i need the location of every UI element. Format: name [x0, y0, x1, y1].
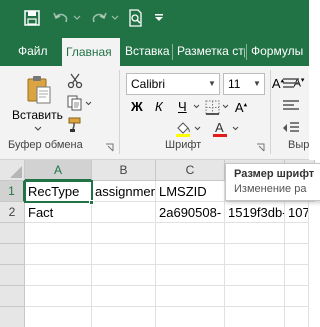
- cell-d6[interactable]: [225, 286, 285, 307]
- cut-icon[interactable]: [66, 72, 84, 90]
- cell-b7[interactable]: [92, 307, 156, 327]
- cell-a6[interactable]: [25, 286, 92, 307]
- cell-d2[interactable]: 1519f3db-: [225, 202, 285, 223]
- borders-icon[interactable]: [203, 98, 221, 116]
- cell-c7[interactable]: [156, 307, 225, 327]
- cell-c4[interactable]: [156, 244, 225, 265]
- align-left-icon[interactable]: [280, 98, 302, 114]
- tab-file[interactable]: Файл: [14, 36, 58, 66]
- format-painter-icon[interactable]: [66, 116, 84, 134]
- cell-b6[interactable]: [92, 286, 156, 307]
- decrease-indent-icon[interactable]: [280, 120, 302, 136]
- chevron-down-icon[interactable]: ▼: [250, 74, 264, 94]
- cell-b5[interactable]: [92, 265, 156, 286]
- cell-a7[interactable]: [25, 307, 92, 327]
- italic-button[interactable]: К: [155, 98, 163, 116]
- paste-button-label[interactable]: Вставить: [12, 108, 63, 122]
- cell-d3[interactable]: [225, 223, 285, 244]
- paste-dropdown-icon[interactable]: [33, 124, 43, 132]
- tooltip-description: Изменение ра: [234, 183, 307, 195]
- cell-a4[interactable]: [25, 244, 92, 265]
- font-size-tooltip: Размер шрифт Изменение ра: [225, 163, 320, 201]
- cell-d7[interactable]: [225, 307, 285, 327]
- clipboard-group-label: Буфер обмена: [8, 139, 83, 151]
- group-separator: [270, 70, 271, 154]
- increase-font-size-icon[interactable]: A▴: [232, 98, 250, 116]
- fill-color-icon[interactable]: [174, 119, 192, 137]
- cell-c5[interactable]: [156, 265, 225, 286]
- undo-dropdown-icon[interactable]: [72, 8, 82, 28]
- cell-b3[interactable]: [92, 223, 156, 244]
- active-cell-selection: [24, 180, 93, 203]
- group-separator: [119, 70, 120, 154]
- row-header-4[interactable]: [0, 244, 25, 265]
- row-header-5[interactable]: [0, 265, 25, 286]
- fill-color-dropdown-icon[interactable]: [193, 124, 201, 132]
- font-color-icon[interactable]: A: [211, 119, 229, 137]
- row-header-6[interactable]: [0, 286, 25, 307]
- copy-icon[interactable]: [66, 94, 84, 112]
- tab-formulas[interactable]: Формулы: [247, 36, 309, 66]
- underline-dropdown-icon[interactable]: [192, 102, 200, 110]
- cell-c1[interactable]: LMSZID: [156, 181, 225, 202]
- quick-access-toolbar: [0, 0, 309, 36]
- copy-dropdown-icon[interactable]: [84, 99, 92, 107]
- cell-d5[interactable]: [225, 265, 285, 286]
- ribbon-tabs: Файл Главная Вставка Разметка стр Формул…: [0, 36, 309, 66]
- save-icon[interactable]: [22, 8, 42, 28]
- cell-e2[interactable]: 107: [285, 202, 309, 223]
- font-group-label: Шрифт: [165, 139, 202, 151]
- alignment-group-label: Выр: [288, 139, 310, 151]
- borders-dropdown-icon[interactable]: [221, 102, 229, 110]
- cell-e7[interactable]: [285, 307, 309, 327]
- cell-b4[interactable]: [92, 244, 156, 265]
- cell-e6[interactable]: [285, 286, 309, 307]
- column-header-b[interactable]: B: [92, 160, 156, 181]
- row-header-7[interactable]: [0, 307, 25, 327]
- column-header-a[interactable]: A: [25, 160, 92, 181]
- font-name-dropdown[interactable]: Calibri ▼: [126, 73, 220, 95]
- cell-c2[interactable]: 2a690508-: [156, 202, 225, 223]
- font-size-dropdown[interactable]: 11 ▼: [223, 73, 265, 95]
- cell-c6[interactable]: [156, 286, 225, 307]
- tab-page-layout[interactable]: Разметка стр: [173, 36, 245, 66]
- fill-handle[interactable]: [89, 200, 94, 205]
- cell-d4[interactable]: [225, 244, 285, 265]
- font-color-dropdown-icon[interactable]: [231, 124, 239, 132]
- cell-e5[interactable]: [285, 265, 309, 286]
- ribbon-home: Вставить Буфер обмена Calibri ▼ 11 ▼ A▴ …: [0, 66, 309, 160]
- column-header-c[interactable]: C: [156, 160, 225, 181]
- print-preview-icon[interactable]: [126, 8, 146, 28]
- undo-icon[interactable]: [52, 8, 70, 28]
- tooltip-title: Размер шрифт: [234, 168, 315, 180]
- select-all-corner[interactable]: [0, 160, 25, 181]
- row-header-2[interactable]: 2: [0, 202, 25, 223]
- font-dialog-launcher-icon[interactable]: [255, 142, 265, 152]
- cell-e3[interactable]: [285, 223, 309, 244]
- tab-insert[interactable]: Вставка: [121, 36, 171, 66]
- cell-a2[interactable]: Fact: [25, 202, 92, 223]
- cell-c3[interactable]: [156, 223, 225, 244]
- underline-button[interactable]: Ч: [178, 98, 187, 116]
- align-top-icon[interactable]: [280, 76, 302, 92]
- cell-b1[interactable]: assignmen: [92, 181, 156, 202]
- row-header-1[interactable]: 1: [0, 181, 25, 202]
- paste-icon[interactable]: [24, 74, 54, 106]
- customize-toolbar-icon[interactable]: [152, 8, 166, 28]
- cell-b2[interactable]: [92, 202, 156, 223]
- redo-icon[interactable]: [90, 8, 108, 28]
- cell-a3[interactable]: [25, 223, 92, 244]
- redo-dropdown-icon[interactable]: [110, 8, 120, 28]
- cell-e4[interactable]: [285, 244, 309, 265]
- row-header-3[interactable]: [0, 223, 25, 244]
- bold-button[interactable]: Ж: [131, 98, 143, 116]
- chevron-down-icon[interactable]: ▼: [205, 74, 219, 94]
- cell-a5[interactable]: [25, 265, 92, 286]
- tab-home[interactable]: Главная: [62, 38, 120, 66]
- font-name-value: Calibri: [131, 77, 166, 91]
- clipboard-dialog-launcher-icon[interactable]: [104, 142, 114, 152]
- font-size-value: 11: [228, 77, 241, 91]
- svg-text:A: A: [215, 120, 224, 135]
